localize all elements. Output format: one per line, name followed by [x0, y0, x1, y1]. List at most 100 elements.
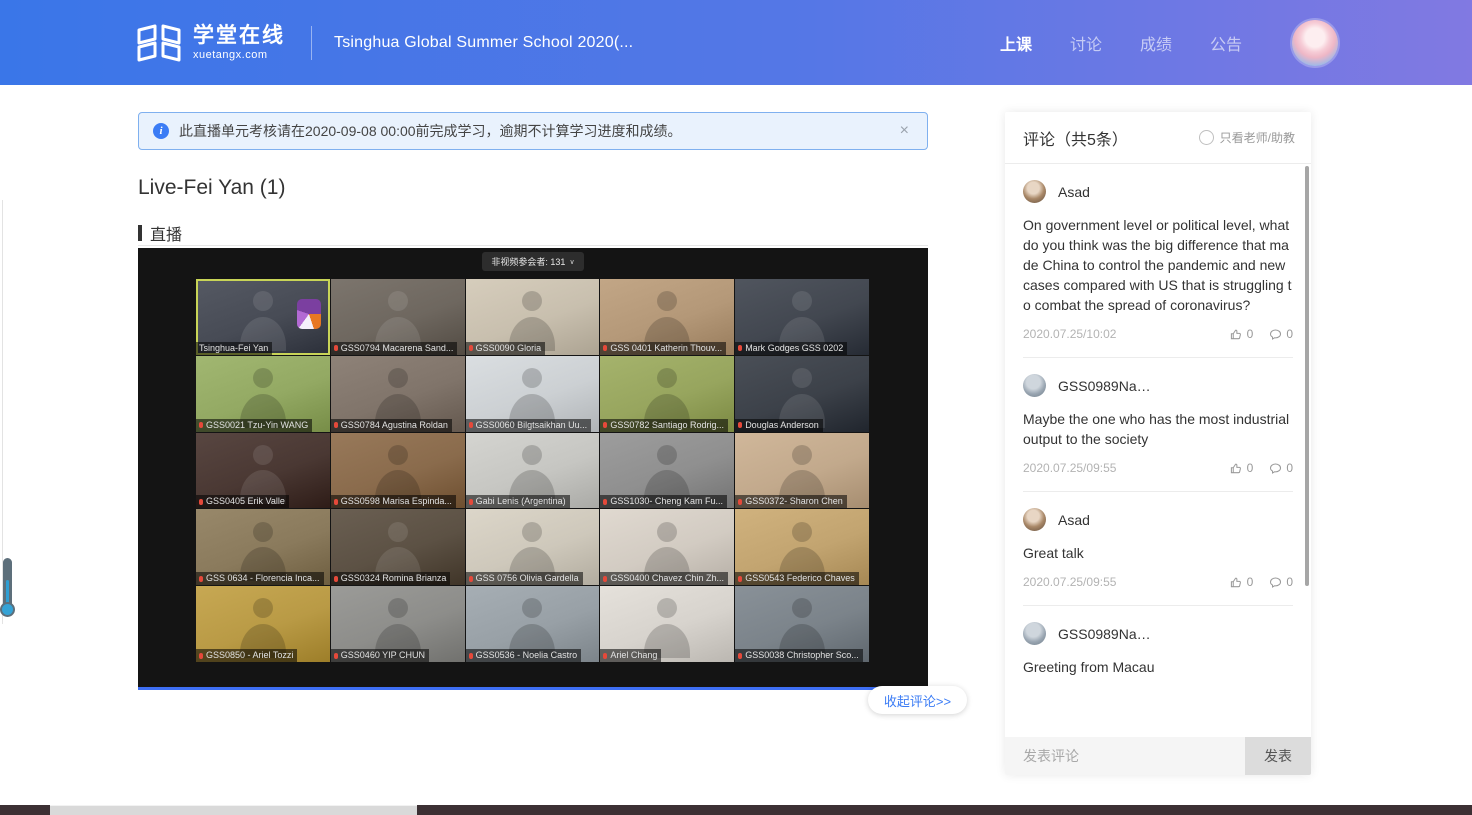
video-tile[interactable]: GSS0038 Christopher Sco... — [735, 586, 869, 662]
teacher-only-filter[interactable]: 只看老师/助教 — [1199, 129, 1295, 146]
thumbs-up-icon — [1230, 328, 1243, 341]
video-tile[interactable]: GSS0460 YIP CHUN — [331, 586, 465, 662]
video-tile[interactable]: GSS0090 Gloria — [466, 279, 600, 355]
live-video-player[interactable]: 非视频参会者: 131 ∨ Tsinghua-Fei Yan GSS0794 Ma… — [138, 248, 928, 690]
participant-name-label: GSS0038 Christopher Sco... — [735, 649, 863, 662]
xuetangx-logo[interactable]: 学堂在线 xuetangx.com — [135, 23, 285, 63]
muted-mic-icon — [738, 499, 742, 505]
muted-mic-icon — [603, 499, 607, 505]
video-tile[interactable]: GSS0405 Erik Valle — [196, 433, 330, 509]
commenter-avatar — [1023, 180, 1046, 203]
video-tile[interactable]: GSS0794 Macarena Sand... — [331, 279, 465, 355]
participant-name-label: Douglas Anderson — [735, 419, 823, 432]
comment-date: 2020.07.25/09:55 — [1023, 461, 1116, 475]
like-button[interactable]: 0 — [1230, 327, 1254, 341]
participant-name-label: Ariel Chang — [600, 649, 661, 662]
non-video-participants-pill[interactable]: 非视频参会者: 131 ∨ — [482, 252, 583, 271]
muted-mic-icon — [469, 422, 473, 428]
section-divider — [138, 245, 928, 246]
reply-button[interactable]: 0 — [1269, 575, 1293, 589]
participant-name-label: GSS0536 - Noelia Castro — [466, 649, 582, 662]
participant-name-label: GSS0372- Sharon Chen — [735, 495, 847, 508]
nav-item-announcements[interactable]: 公告 — [1210, 31, 1242, 55]
nav-item-discussion[interactable]: 讨论 — [1070, 31, 1102, 55]
nav-item-class[interactable]: 上课 — [1000, 31, 1032, 55]
comment-text: Maybe the one who has the most industria… — [1023, 409, 1293, 449]
video-tile[interactable]: GSS0324 Romina Brianza — [331, 509, 465, 585]
comment-bubble-icon — [1269, 462, 1282, 475]
commenter-name: GSS0989Na… — [1058, 378, 1151, 394]
radio-icon[interactable] — [1199, 130, 1214, 145]
video-progress-bar[interactable] — [138, 687, 928, 690]
comment-text: Great talk — [1023, 543, 1293, 563]
open-book-logo-icon — [135, 23, 183, 63]
video-tile[interactable]: GSS 0634 - Florencia Inca... — [196, 509, 330, 585]
collapse-comments-button[interactable]: 收起评论>> — [868, 686, 967, 714]
video-tile[interactable]: GSS0372- Sharon Chen — [735, 433, 869, 509]
video-tile[interactable]: GSS0060 Bilgtsaikhan Uu... — [466, 356, 600, 432]
video-tile[interactable]: Mark Godges GSS 0202 — [735, 279, 869, 355]
video-tile[interactable]: GSS1030- Cheng Kam Fu... — [600, 433, 734, 509]
video-tile[interactable]: Tsinghua-Fei Yan — [196, 279, 330, 355]
participant-name-label: Tsinghua-Fei Yan — [196, 342, 272, 355]
comment-item: Asad On government level or political le… — [1023, 180, 1293, 358]
comment-date: 2020.07.25/09:55 — [1023, 575, 1116, 589]
nav-item-grades[interactable]: 成绩 — [1140, 31, 1172, 55]
video-tile[interactable]: Ariel Chang — [600, 586, 734, 662]
thumbs-up-icon — [1230, 462, 1243, 475]
reply-button[interactable]: 0 — [1269, 327, 1293, 341]
video-tile[interactable]: GSS0400 Chavez Chin Zh... — [600, 509, 734, 585]
participant-name-label: GSS0460 YIP CHUN — [331, 649, 429, 662]
horizontal-scrollbar-thumb[interactable] — [50, 805, 417, 815]
thermometer-indicator[interactable] — [3, 558, 12, 608]
participant-name-label: GSS0324 Romina Brianza — [331, 572, 451, 585]
notice-text: 此直播单元考核请在2020-09-08 00:00前完成学习，逾期不计算学习进度… — [179, 121, 896, 141]
video-tile[interactable]: GSS0536 - Noelia Castro — [466, 586, 600, 662]
participant-name-label: GSS0598 Marisa Espinda... — [331, 495, 456, 508]
video-tile[interactable]: GSS0543 Federico Chaves — [735, 509, 869, 585]
top-header: 学堂在线 xuetangx.com Tsinghua Global Summer… — [0, 0, 1472, 85]
comment-input[interactable]: 发表评论 — [1005, 737, 1245, 775]
video-tile[interactable]: GSS0021 Tzu-Yin WANG — [196, 356, 330, 432]
page-title: Live-Fei Yan (1) — [138, 176, 285, 200]
video-tile[interactable]: GSS0598 Marisa Espinda... — [331, 433, 465, 509]
tsinghua-logo-badge — [297, 299, 321, 329]
deadline-notice-banner: i 此直播单元考核请在2020-09-08 00:00前完成学习，逾期不计算学习… — [138, 112, 928, 150]
commenter-avatar — [1023, 508, 1046, 531]
comment-bubble-icon — [1269, 576, 1282, 589]
info-icon: i — [153, 123, 169, 139]
muted-mic-icon — [334, 422, 338, 428]
participant-name-label: GSS 0401 Katherin Thouv... — [600, 342, 726, 355]
video-tile[interactable]: GSS0782 Santiago Rodrig... — [600, 356, 734, 432]
muted-mic-icon — [199, 576, 203, 582]
reply-button[interactable]: 0 — [1269, 461, 1293, 475]
video-tile[interactable]: GSS 0756 Olivia Gardella — [466, 509, 600, 585]
header-nav: 上课 讨论 成绩 公告 — [1000, 31, 1242, 55]
thermometer-knob[interactable] — [0, 602, 15, 617]
video-tile[interactable]: GSS 0401 Katherin Thouv... — [600, 279, 734, 355]
course-title: Tsinghua Global Summer School 2020(... — [334, 34, 633, 52]
muted-mic-icon — [603, 576, 607, 582]
close-icon[interactable]: × — [896, 122, 913, 140]
like-button[interactable]: 0 — [1230, 575, 1254, 589]
participant-name-label: GSS 0756 Olivia Gardella — [466, 572, 583, 585]
brand-name: 学堂在线 — [193, 25, 285, 46]
video-tile[interactable]: Gabi Lenis (Argentina) — [466, 433, 600, 509]
like-button[interactable]: 0 — [1230, 461, 1254, 475]
participant-video-grid: Tsinghua-Fei Yan GSS0794 Macarena Sand...… — [196, 279, 869, 662]
muted-mic-icon — [199, 653, 203, 659]
participant-name-label: GSS1030- Cheng Kam Fu... — [600, 495, 727, 508]
muted-mic-icon — [199, 422, 203, 428]
app: 学堂在线 xuetangx.com Tsinghua Global Summer… — [0, 0, 1472, 815]
comment-date: 2020.07.25/10:02 — [1023, 327, 1116, 341]
participant-name-label: GSS0400 Chavez Chin Zh... — [600, 572, 728, 585]
video-tile[interactable]: GSS0850 - Ariel Tozzi — [196, 586, 330, 662]
section-label: 直播 — [150, 221, 182, 245]
submit-comment-button[interactable]: 发表 — [1245, 737, 1311, 775]
user-avatar[interactable] — [1292, 20, 1338, 66]
participant-name-label: GSS0021 Tzu-Yin WANG — [196, 419, 312, 432]
video-tile[interactable]: Douglas Anderson — [735, 356, 869, 432]
video-tile[interactable]: GSS0784 Agustina Roldan — [331, 356, 465, 432]
comments-scrollbar-thumb[interactable] — [1305, 166, 1309, 586]
horizontal-scrollbar — [0, 805, 1472, 815]
